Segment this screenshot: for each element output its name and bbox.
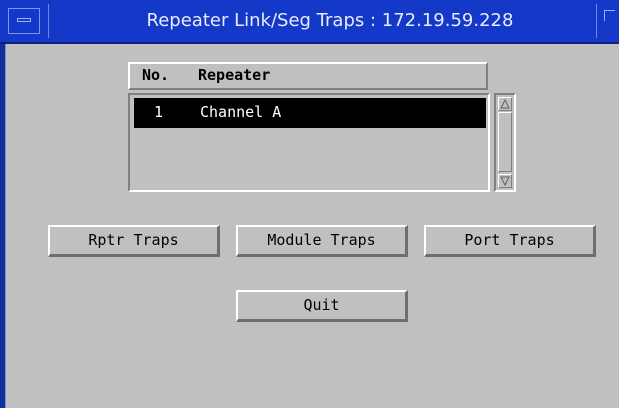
window-menu-icon[interactable] — [8, 8, 40, 34]
quit-button[interactable]: Quit — [236, 290, 408, 322]
repeater-list[interactable]: 1 Channel A — [128, 93, 490, 192]
title-separator — [48, 4, 49, 38]
title-separator-right — [596, 4, 597, 38]
rptr-traps-button[interactable]: Rptr Traps — [48, 225, 220, 257]
list-scrollbar[interactable] — [494, 93, 516, 192]
port-traps-button[interactable]: Port Traps — [424, 225, 596, 257]
module-traps-button[interactable]: Module Traps — [236, 225, 408, 257]
row-repeater-name: Channel A — [200, 103, 282, 121]
arrow-down-icon[interactable] — [498, 174, 512, 188]
list-item[interactable]: 1 Channel A — [134, 98, 486, 128]
scroll-thumb[interactable] — [498, 112, 512, 172]
column-header-no: No. — [142, 66, 170, 84]
list-header: No. Repeater — [128, 62, 488, 90]
title-bar[interactable]: Repeater Link/Seg Traps : 172.19.59.228 — [0, 0, 619, 44]
window-frame-left — [0, 44, 6, 408]
repeater-traps-window: Repeater Link/Seg Traps : 172.19.59.228 … — [0, 0, 619, 408]
arrow-up-icon[interactable] — [498, 97, 512, 111]
maximize-icon[interactable] — [604, 10, 615, 21]
column-header-repeater: Repeater — [198, 66, 271, 84]
row-number: 1 — [154, 103, 164, 121]
window-title: Repeater Link/Seg Traps : 172.19.59.228 — [146, 10, 514, 31]
